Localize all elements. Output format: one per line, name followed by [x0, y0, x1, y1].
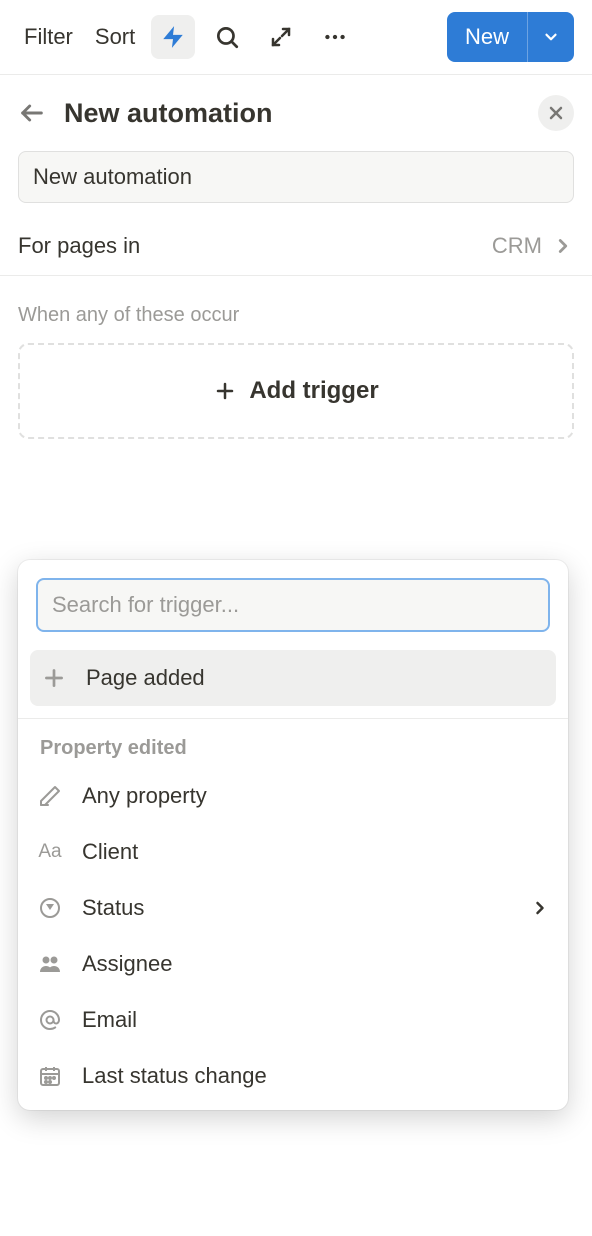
dropdown-item-label: Any property	[82, 783, 550, 809]
scope-selector[interactable]: For pages in CRM	[0, 217, 592, 276]
dropdown-item-label: Status	[82, 895, 512, 921]
automation-name-row	[0, 151, 592, 217]
trigger-option-last-status-change[interactable]: Last status change	[18, 1048, 568, 1110]
trigger-option-assignee[interactable]: Assignee	[18, 936, 568, 992]
dropdown-item-label: Assignee	[82, 951, 550, 977]
status-icon	[36, 894, 64, 922]
close-icon	[546, 103, 566, 123]
text-icon: Aa	[36, 838, 64, 866]
expand-icon	[269, 25, 293, 49]
trigger-option-page-added[interactable]: Page added	[30, 650, 556, 706]
new-dropdown-button[interactable]	[527, 12, 574, 62]
expand-button[interactable]	[259, 15, 303, 59]
search-button[interactable]	[205, 15, 249, 59]
toolbar: Filter Sort New	[0, 0, 592, 75]
panel-header: New automation	[0, 75, 592, 151]
lightning-icon	[160, 24, 186, 50]
automation-icon-button[interactable]	[151, 15, 195, 59]
scope-value: CRM	[492, 233, 542, 259]
sort-button[interactable]: Sort	[89, 20, 141, 54]
panel-title: New automation	[64, 98, 520, 129]
more-button[interactable]	[313, 15, 357, 59]
at-icon	[36, 1006, 64, 1034]
add-trigger-button[interactable]: Add trigger	[18, 343, 574, 439]
trigger-option-status[interactable]: Status	[18, 880, 568, 936]
trigger-search-input[interactable]	[36, 578, 550, 632]
trigger-option-client[interactable]: Aa Client	[18, 824, 568, 880]
back-button[interactable]	[18, 99, 46, 127]
plus-icon	[213, 379, 237, 403]
new-button-group: New	[447, 12, 574, 62]
plus-icon	[40, 664, 68, 692]
person-icon	[36, 950, 64, 978]
automation-name-input[interactable]	[18, 151, 574, 203]
dropdown-item-label: Client	[82, 839, 550, 865]
arrow-left-icon	[18, 99, 46, 127]
dropdown-item-label: Email	[82, 1007, 550, 1033]
filter-button[interactable]: Filter	[18, 20, 79, 54]
chevron-right-icon	[552, 235, 574, 257]
trigger-dropdown: Page added Property edited Any property …	[18, 560, 568, 1110]
new-button[interactable]: New	[447, 12, 527, 62]
chevron-right-icon	[530, 898, 550, 918]
calendar-icon	[36, 1062, 64, 1090]
chevron-down-icon	[542, 28, 560, 46]
pencil-icon	[36, 782, 64, 810]
more-icon	[322, 24, 348, 50]
triggers-section-label: When any of these occur	[0, 276, 592, 343]
search-icon	[214, 24, 240, 50]
scope-label: For pages in	[18, 233, 492, 259]
trigger-option-email[interactable]: Email	[18, 992, 568, 1048]
dropdown-item-label: Last status change	[82, 1063, 550, 1089]
dropdown-item-label: Page added	[86, 665, 546, 691]
trigger-option-any-property[interactable]: Any property	[18, 768, 568, 824]
add-trigger-label: Add trigger	[249, 377, 378, 405]
close-button[interactable]	[538, 95, 574, 131]
property-edited-section-label: Property edited	[18, 719, 568, 768]
